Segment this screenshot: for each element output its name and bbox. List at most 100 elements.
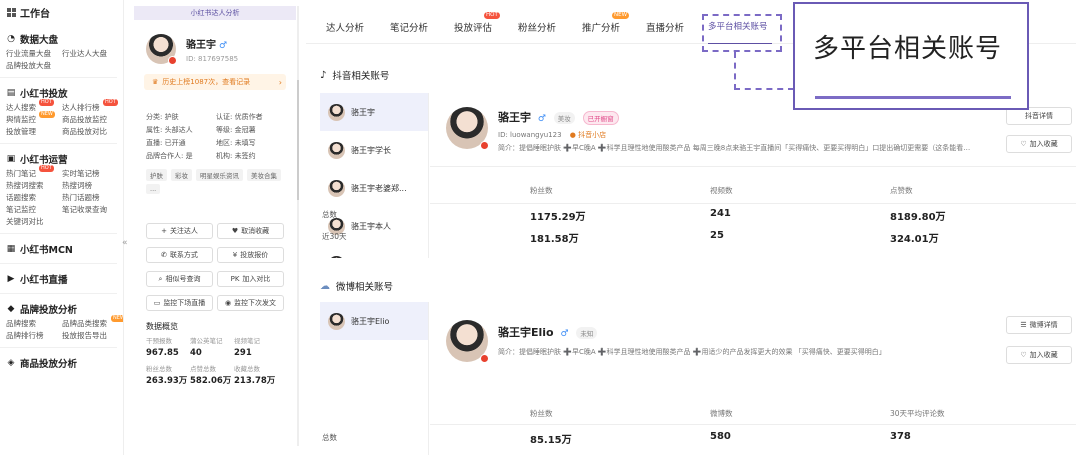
tab-item[interactable]: 粉丝分析 [518,20,556,34]
section-icon: ▣ [6,154,16,164]
weibo-favorite-label: 加入收藏 [1029,351,1058,359]
action-label: 监控下次发文 [234,299,277,307]
kol-action-button[interactable]: ▭ 监控下场直播 [146,295,213,311]
nav-section-title[interactable]: ▦ 小红书MCN [6,240,123,258]
douyin-stat-head: 粉丝数 [530,186,553,195]
nav-item[interactable]: 热门笔记 HOT [6,165,62,180]
weibo-stat-head: 粉丝数 [530,409,553,418]
overview-value: 263.93万 [146,376,188,386]
kol-profile: 骆王宇 ♂ ID: 817697585 [134,20,296,65]
douyin-detail-label: 抖音详情 [1025,112,1053,120]
douyin-shop-link[interactable]: 抖音小店 [578,131,606,139]
nav-section: ▣ 小红书运营 热门笔记 HOT 实时笔记榜 热搜词搜索 热搜词榜话题搜索 热门话题榜 笔记监控… [0,144,123,230]
kol-action-button[interactable]: ◉ 监控下次发文 [217,295,284,311]
nav-section-items: 品牌搜索 品牌品类搜索 NEW 品牌排行榜 投放报告导出 [6,315,123,342]
kol-tag[interactable]: 彩妆 [171,169,192,181]
kol-tag[interactable]: 护肤 [146,169,167,181]
nav-item[interactable]: 实时笔记榜 [62,168,118,180]
nav-item[interactable]: 热搜词搜索 [6,180,62,192]
kol-tag[interactable]: 美妆合集 [247,169,281,181]
nav-item[interactable]: 品牌品类搜索 NEW [62,315,123,330]
account-list-item[interactable]: @骆王宇 [320,245,428,258]
verified-badge-icon [480,354,489,363]
kol-action-button[interactable]: ¥ 投放报价 [217,247,284,263]
kol-tag[interactable]: 明星娱乐资讯 [196,169,243,181]
heart-outline-icon: ♡ [1020,351,1027,359]
male-icon: ♂ [560,329,569,339]
nav-item[interactable]: 舆情监控 NEW [6,111,62,126]
kol-info-item: 认证: 优质作者 [216,113,263,121]
showcase-pill: 已开橱窗 [582,111,619,125]
weibo-comments-avg: 378 [890,431,911,442]
kol-action-button[interactable]: ⌕ 相似号查询 [146,271,213,287]
nav-item-label: 笔记收录查询 [62,205,107,214]
kol-tag[interactable]: ... [146,184,161,194]
nav-item[interactable]: 商品投放对比 [62,126,118,138]
kol-name: 骆王宇 [186,39,216,51]
kol-info-item: 地区: 未填写 [216,139,256,147]
overview-cell: 干预报数 967.85 [146,336,186,364]
callout-connector [734,88,794,90]
nav-section-title[interactable]: ◔ 数据大盘 [6,30,123,48]
weibo-avatar [446,320,489,363]
collapse-icon[interactable]: « [122,238,128,248]
nav-item-label: 行业达人大盘 [62,49,107,58]
account-list-item[interactable]: 骆王宇Elio [320,302,428,340]
account-list-item[interactable]: 骆王宇学长 [320,131,428,169]
nav-section-title[interactable]: ▣ 小红书运营 [6,150,123,168]
douyin-stat-head: 点赞数 [890,186,913,195]
nav-item-label: 话题搜索 [6,193,36,202]
nav-section-label: 小红书运营 [20,155,68,166]
nav-item[interactable]: 达人排行榜 HOT [62,99,118,114]
nav-workbench[interactable]: 工作台 [0,0,123,24]
nav-sections: ◔ 数据大盘 行业流量大盘 行业达人大盘 品牌投放大盘 ▤ 小红书投放 达人搜索 HOT 达人排行… [0,24,123,374]
nav-section-title[interactable]: ◈ 商品投放分析 [6,354,123,372]
kol-action-button[interactable]: ✆ 联系方式 [146,247,213,263]
weibo-favorite-button[interactable]: ♡ 加入收藏 [1006,346,1072,364]
nav-item[interactable]: 热搜词榜 [62,180,118,192]
nav-item[interactable]: 笔记收录查询 [62,204,118,216]
nav-item-label: 实时笔记榜 [62,169,100,178]
card-divider [430,166,1076,167]
nav-section-title[interactable]: ▶ 小红书直播 [6,270,123,288]
douyin-account-card: 骆王宇 ♂ 美妆 已开橱窗 ID: luowangyu123 ● 抖音小店 简介… [322,93,1076,263]
nav-item[interactable]: 关键词对比 [6,216,62,228]
weibo-intro: 简介：提倡睡眠护肤 ➕早C晚A ➕科学且理性地使用酸类产品 ➕用适少的产品发挥更… [498,348,886,356]
nav-item-badge: HOT [39,165,54,172]
account-name: 骆王宇学长 [351,145,391,155]
nav-item[interactable]: 热门话题榜 [62,192,118,204]
nav-item[interactable]: 话题搜索 [6,192,62,204]
nav-item[interactable]: 投放报告导出 [62,330,118,342]
kol-action-button[interactable]: ♥ 取消收藏 [217,223,284,239]
history-banner[interactable]: ♛ 历史上榜1087次，查看记录 › [144,74,286,90]
account-list-item[interactable]: 骆王宇 [320,93,428,131]
main-content: 达人分析 笔记分析 投放评估 HOT 粉丝分析 推广分析 NEW 直播分析 多平台相关账号 ♪ … [306,0,1076,455]
kol-action-button[interactable]: PK 加入对比 [217,271,284,287]
tab-item[interactable]: 直播分析 [646,20,684,34]
tab-item[interactable]: 投放评估 HOT [454,12,500,34]
tab-item[interactable]: 达人分析 [326,20,364,34]
nav-item[interactable]: 品牌投放大盘 [6,60,62,72]
nav-item[interactable]: 品牌搜索 [6,318,62,330]
scrollbar-thumb[interactable] [297,80,299,200]
kol-info-item: 属性: 头部达人 [146,126,193,134]
kol-action-button[interactable]: + 关注达人 [146,223,213,239]
scrollbar-track[interactable] [297,6,299,446]
kol-info-item: 等级: 金冠薯 [216,126,256,134]
nav-item[interactable]: 商品投放监控 [62,114,118,126]
tab-item[interactable]: 笔记分析 [390,20,428,34]
account-list-item[interactable]: 骆王宇老婆郑... [320,169,428,207]
douyin-favorite-button[interactable]: ♡ 加入收藏 [1006,135,1072,153]
nav-section-title[interactable]: ◆ 品牌投放分析 [6,300,123,318]
kol-id: ID: 817697585 [186,54,239,63]
tab-item[interactable]: 推广分析 NEW [582,12,630,34]
weibo-detail-button[interactable]: ☰ 微博详情 [1006,316,1072,334]
tab-label: 笔记分析 [390,23,429,34]
nav-item[interactable]: 笔记监控 [6,204,62,216]
nav-item[interactable]: 品牌排行榜 [6,330,62,342]
nav-item[interactable]: 投放管理 [6,126,62,138]
nav-item-label: 品牌品类搜索 [62,319,107,328]
chevron-right-icon: › [278,77,282,87]
nav-item[interactable]: 行业达人大盘 [62,48,118,60]
nav-item[interactable]: 行业流量大盘 [6,48,62,60]
